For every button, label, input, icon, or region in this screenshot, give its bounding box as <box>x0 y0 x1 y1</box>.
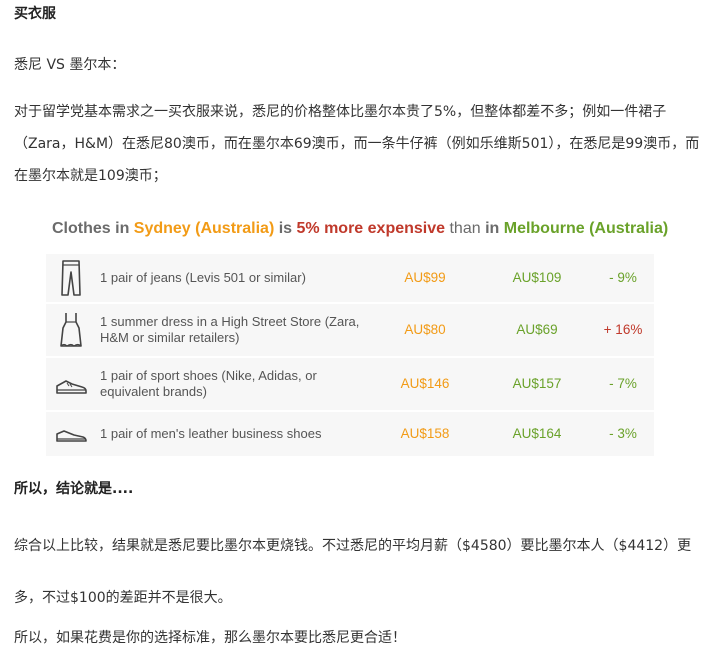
price-difference: - 3% <box>609 426 637 441</box>
sydney-price: AU$146 <box>400 376 450 391</box>
price-comparison-card: Clothes in Sydney (Australia) is 5% more… <box>46 212 668 458</box>
melbourne-price: AU$109 <box>512 270 562 285</box>
dress-icon <box>54 310 88 350</box>
title-city-sydney: Sydney (Australia) <box>133 220 275 237</box>
table-row: 1 pair of jeans (Levis 501 or similar) A… <box>46 254 654 304</box>
sydney-price: AU$80 <box>404 322 446 337</box>
sport-shoe-icon <box>54 364 88 404</box>
jeans-icon <box>54 258 88 298</box>
item-description: 1 pair of men's leather business shoes <box>100 426 322 441</box>
item-description: 1 pair of sport shoes (Nike, Adidas, or … <box>100 368 317 399</box>
price-difference: - 7% <box>609 376 637 391</box>
conclusion-heading: 所以，结论就是.... <box>14 481 134 497</box>
title-text: than <box>445 220 486 237</box>
sydney-price: AU$158 <box>400 426 450 441</box>
conclusion-final: 所以，如果花费是你的选择标准，那么墨尔本要比悉尼更合适！ <box>14 630 406 646</box>
title-text: in <box>485 220 504 237</box>
price-difference: - 9% <box>609 270 637 285</box>
section-heading: 买衣服 <box>14 6 56 22</box>
melbourne-price: AU$157 <box>512 376 562 391</box>
title-text: Clothes in <box>52 220 134 237</box>
table-row: 1 pair of men's leather business shoes A… <box>46 412 654 458</box>
card-title: Clothes in Sydney (Australia) is 5% more… <box>52 220 668 238</box>
item-description: 1 pair of jeans (Levis 501 or similar) <box>100 270 306 285</box>
title-city-melbourne: Melbourne (Australia) <box>503 220 669 237</box>
melbourne-price: AU$164 <box>512 426 562 441</box>
leather-shoe-icon <box>54 414 88 454</box>
comparison-subheading: 悉尼 VS 墨尔本： <box>14 57 126 73</box>
price-difference: + 16% <box>603 322 643 337</box>
melbourne-price: AU$69 <box>516 322 558 337</box>
intro-paragraph: 对于留学党基本需求之一买衣服来说，悉尼的价格整体比墨尔本贵了5%，但整体都差不多… <box>14 104 700 184</box>
conclusion-paragraph: 综合以上比较，结果就是悉尼要比墨尔本更烧钱。不过悉尼的平均月薪（$4580）要比… <box>14 538 692 606</box>
table-row: 1 summer dress in a High Street Store (Z… <box>46 304 654 358</box>
title-percent: 5% more expensive <box>296 220 446 237</box>
table-row: 1 pair of sport shoes (Nike, Adidas, or … <box>46 358 654 412</box>
title-text: is <box>274 220 297 237</box>
sydney-price: AU$99 <box>404 270 446 285</box>
item-description: 1 summer dress in a High Street Store (Z… <box>100 314 360 345</box>
